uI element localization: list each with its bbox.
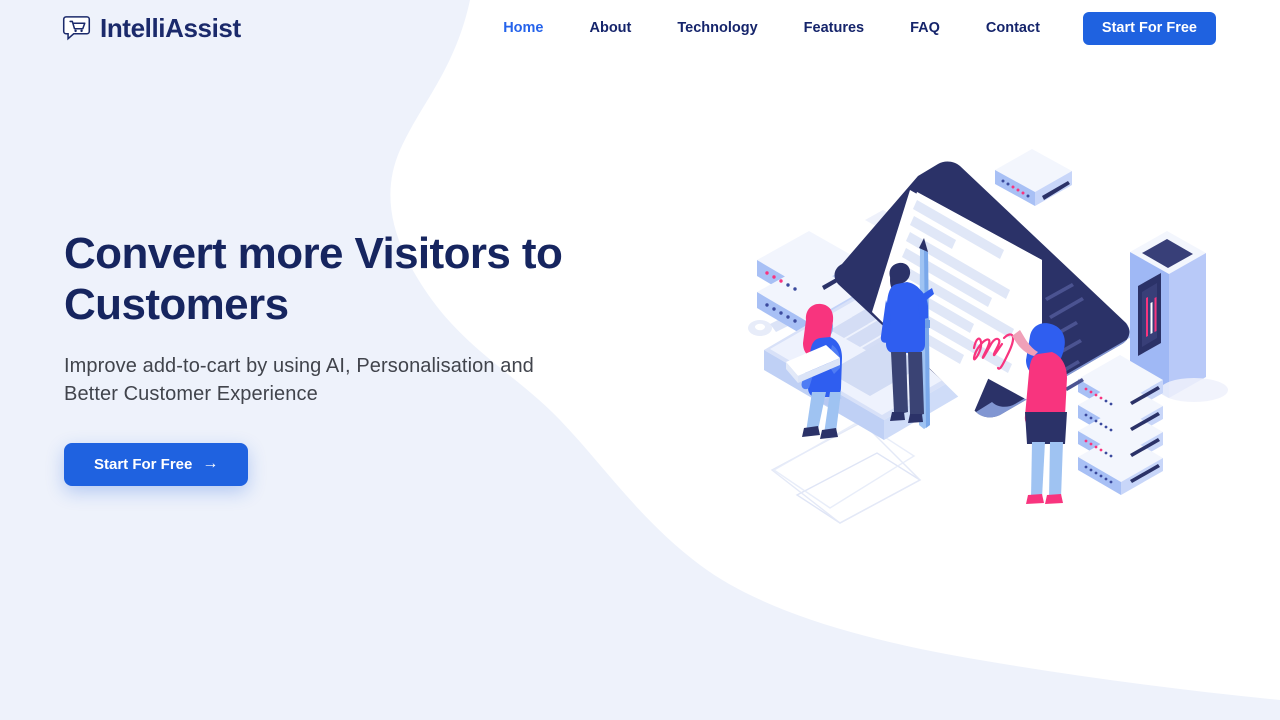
hero-section: Convert more Visitors to Customers Impro… bbox=[64, 228, 684, 486]
hero-illustration bbox=[748, 149, 1228, 524]
nav-item-contact[interactable]: Contact bbox=[963, 15, 1063, 42]
network-switch bbox=[995, 149, 1072, 206]
main-navigation: Home About Technology Features FAQ Conta… bbox=[480, 11, 1216, 45]
hero-subtitle: Improve add-to-cart by using AI, Persona… bbox=[64, 354, 534, 405]
hero-start-for-free-button[interactable]: Start For Free → bbox=[64, 442, 249, 486]
outline-diamond bbox=[770, 420, 922, 524]
hero-cta-label: Start For Free bbox=[94, 455, 193, 473]
landing-page: IntelliAssist Home About Technology Feat… bbox=[0, 0, 1280, 720]
nav-item-home[interactable]: Home bbox=[480, 15, 566, 42]
nav-item-about[interactable]: About bbox=[566, 15, 654, 42]
arrow-right-icon: → bbox=[202, 455, 219, 473]
server-rack-right bbox=[1078, 355, 1163, 495]
header-start-for-free-button[interactable]: Start For Free bbox=[1082, 11, 1216, 45]
brand-logo[interactable]: IntelliAssist bbox=[62, 14, 241, 43]
nav-item-technology[interactable]: Technology bbox=[654, 15, 780, 42]
nav-item-faq[interactable]: FAQ bbox=[887, 15, 963, 42]
hero-title: Convert more Visitors to Customers bbox=[64, 229, 563, 330]
chat-cart-icon bbox=[62, 15, 91, 40]
nav-item-features[interactable]: Features bbox=[781, 15, 887, 42]
brand-name: IntelliAssist bbox=[100, 13, 241, 43]
site-header: IntelliAssist Home About Technology Feat… bbox=[0, 0, 1280, 56]
